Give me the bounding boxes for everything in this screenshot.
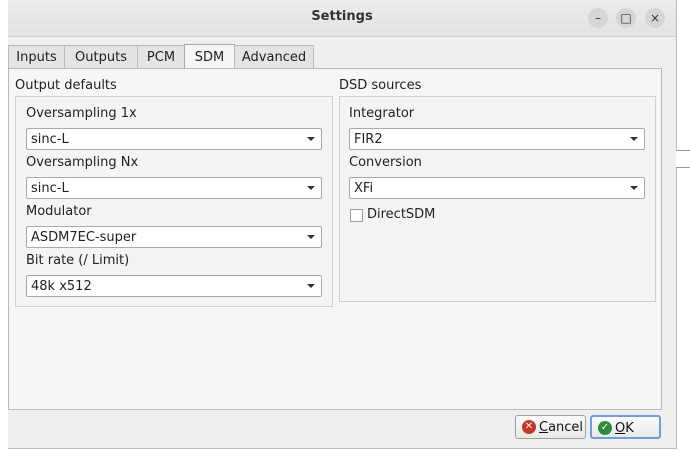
tab-sdm[interactable]: SDM: [184, 44, 235, 69]
conversion-value: XFi: [354, 181, 374, 196]
ok-label: OK: [615, 421, 634, 436]
conversion-select[interactable]: XFi: [349, 177, 645, 199]
maximize-button[interactable]: □: [616, 8, 636, 28]
tab-outputs[interactable]: Outputs: [64, 45, 138, 69]
output-defaults-title: Output defaults: [15, 78, 117, 93]
direct-sdm-checkbox[interactable]: [350, 209, 363, 222]
dsd-sources-group: Integrator FIR2 Conversion XFi DirectSDM: [339, 96, 656, 302]
tab-pcm[interactable]: PCM: [137, 45, 185, 69]
window-title: Settings: [311, 9, 373, 24]
minimize-button[interactable]: –: [588, 8, 608, 28]
bit-rate-label: Bit rate (/ Limit): [26, 253, 130, 268]
chevron-down-icon: [307, 284, 315, 288]
cancel-button[interactable]: ✕ Cancel: [515, 415, 586, 439]
button-row: ✕ Cancel ✓ OK: [8, 410, 676, 446]
oversampling-nx-label: Oversampling Nx: [26, 155, 139, 170]
modulator-select[interactable]: ASDM7EC-super: [26, 226, 322, 248]
chevron-down-icon: [307, 137, 315, 141]
settings-window: Settings – □ × Inputs Outputs PCM SDM Ad…: [8, 0, 677, 449]
direct-sdm-label[interactable]: DirectSDM: [367, 207, 435, 222]
oversampling-1x-value: sinc-L: [31, 132, 69, 147]
background-window-edge: [676, 150, 690, 168]
integrator-select[interactable]: FIR2: [349, 128, 645, 150]
conversion-label: Conversion: [349, 155, 422, 170]
sdm-panel: Output defaults Oversampling 1x sinc-L O…: [8, 68, 662, 410]
dsd-sources-title: DSD sources: [339, 78, 422, 93]
chevron-down-icon: [307, 235, 315, 239]
cancel-icon: ✕: [522, 420, 536, 434]
tab-inputs[interactable]: Inputs: [8, 45, 65, 69]
integrator-value: FIR2: [354, 132, 383, 147]
ok-button[interactable]: ✓ OK: [590, 415, 661, 439]
chevron-down-icon: [630, 186, 638, 190]
output-defaults-group: Oversampling 1x sinc-L Oversampling Nx s…: [15, 96, 333, 307]
oversampling-nx-value: sinc-L: [31, 181, 69, 196]
tab-advanced[interactable]: Advanced: [234, 45, 314, 69]
modulator-label: Modulator: [26, 204, 92, 219]
integrator-label: Integrator: [349, 106, 415, 121]
chevron-down-icon: [630, 137, 638, 141]
oversampling-1x-label: Oversampling 1x: [26, 106, 137, 121]
title-bar[interactable]: Settings – □ ×: [8, 0, 676, 37]
cancel-label: Cancel: [539, 420, 584, 435]
bit-rate-value: 48k x512: [31, 279, 92, 294]
oversampling-1x-select[interactable]: sinc-L: [26, 128, 322, 150]
ok-icon: ✓: [598, 421, 612, 435]
bit-rate-select[interactable]: 48k x512: [26, 275, 322, 297]
close-button[interactable]: ×: [645, 8, 665, 28]
chevron-down-icon: [307, 186, 315, 190]
oversampling-nx-select[interactable]: sinc-L: [26, 177, 322, 199]
modulator-value: ASDM7EC-super: [31, 230, 137, 245]
